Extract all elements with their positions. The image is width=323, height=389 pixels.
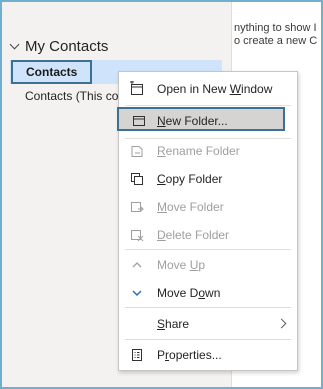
empty-view-message: nything to show I o create a new C [234, 22, 322, 48]
menu-move-folder[interactable]: Move Folder [119, 195, 297, 219]
menu-share[interactable]: Share [119, 312, 297, 336]
menu-move-down[interactable]: Move Down [119, 281, 297, 305]
chevron-down-icon[interactable] [9, 39, 20, 50]
menu-label: Delete Folder [157, 228, 230, 242]
menu-open-in-new-window[interactable]: Open in New Window [119, 77, 297, 101]
menu-label: Rename Folder [157, 144, 240, 158]
move-folder-icon [129, 199, 145, 215]
menu-separator [125, 307, 291, 308]
menu-separator [125, 249, 291, 250]
menu-delete-folder[interactable]: Delete Folder [119, 223, 297, 247]
folder-context-menu: Open in New Window New Folder... Rename … [117, 71, 298, 371]
menu-new-folder[interactable]: New Folder... [117, 107, 285, 131]
menu-rename-folder[interactable]: Rename Folder [119, 139, 297, 163]
empty-message-line-2: o create a new C [234, 35, 318, 47]
menu-label: Move Folder [157, 200, 224, 214]
contacts-folder-label: Contacts [26, 65, 78, 79]
chevron-right-icon [276, 318, 287, 329]
new-folder-icon [131, 113, 147, 129]
rename-folder-icon [129, 143, 145, 159]
empty-message-line-1: nything to show I [234, 22, 317, 34]
menu-label: Move Up [157, 258, 206, 272]
move-up-icon [129, 257, 145, 273]
my-contacts-group[interactable]: My Contacts [9, 38, 109, 55]
menu-label: New Folder... [157, 114, 228, 128]
menu-label: Open in New Window [157, 82, 273, 96]
open-window-icon [129, 81, 145, 97]
menu-label: Properties... [157, 348, 222, 362]
contacts-folder-item[interactable]: Contacts [11, 60, 92, 84]
group-label: My Contacts [25, 38, 109, 55]
menu-properties[interactable]: Properties... [119, 343, 297, 367]
menu-separator [125, 339, 291, 340]
menu-label: Move Down [157, 286, 221, 300]
properties-icon [129, 347, 145, 363]
menu-label: Share [157, 317, 190, 331]
copy-folder-icon [129, 171, 145, 187]
move-down-icon [129, 285, 145, 301]
menu-copy-folder[interactable]: Copy Folder [119, 167, 297, 191]
menu-move-up[interactable]: Move Up [119, 253, 297, 277]
menu-separator [125, 105, 291, 106]
delete-folder-icon [129, 227, 145, 243]
contacts-this-computer-item[interactable]: Contacts (This co [25, 89, 118, 103]
menu-label: Copy Folder [157, 172, 223, 186]
